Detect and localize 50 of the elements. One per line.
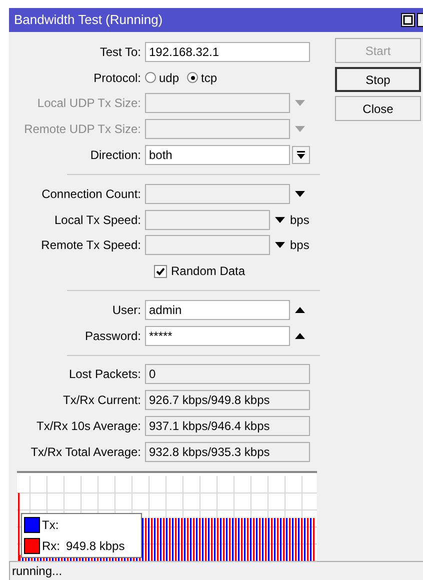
legend-reading: 949.8 kbps: [66, 538, 125, 555]
radio-button[interactable]: [145, 72, 156, 84]
down-arrow-icon[interactable]: [295, 190, 305, 197]
checkbox[interactable]: [154, 264, 167, 278]
text-field[interactable]: 192.168.32.1: [145, 42, 310, 62]
field-label: Test To:: [98, 44, 142, 61]
dialog-button[interactable]: Close: [335, 96, 421, 121]
legend-label: Tx:: [42, 516, 59, 534]
maximize-icon[interactable]: [401, 13, 415, 27]
field-label: Tx/Rx Total Average:: [30, 444, 142, 461]
readonly-field: 926.7 kbps/949.8 kbps: [145, 390, 310, 410]
checkbox-label: Random Data: [171, 263, 246, 280]
field-label: Connection Count:: [40, 186, 142, 203]
field-label: Local Tx Speed:: [53, 212, 142, 229]
direction-field[interactable]: both: [145, 145, 290, 166]
input-field[interactable]: [145, 119, 290, 140]
window-title: Bandwidth Test (Running): [14, 11, 163, 30]
up-arrow-icon[interactable]: [295, 306, 305, 313]
input-field[interactable]: admin: [145, 300, 290, 320]
field-label: Remote UDP Tx Size:: [23, 121, 142, 138]
radio-label: tcp: [201, 70, 218, 87]
input-field[interactable]: [145, 235, 270, 256]
field-label: Lost Packets:: [68, 366, 142, 384]
readonly-field: 0: [145, 364, 310, 384]
readonly-field: 932.8 kbps/935.3 kbps: [145, 442, 310, 462]
field-label: Protocol:: [92, 70, 142, 87]
field-label: Local UDP Tx Size:: [36, 95, 142, 112]
status-bar: running...: [9, 561, 423, 580]
field-label: Remote Tx Speed:: [40, 237, 142, 254]
field-label: Password:: [84, 328, 142, 345]
down-arrow-icon[interactable]: [275, 216, 285, 223]
down-arrow-icon[interactable]: [275, 242, 285, 248]
radio-label: udp: [159, 70, 180, 87]
radio-button[interactable]: [187, 72, 198, 84]
input-field[interactable]: [145, 210, 270, 230]
dialog-button[interactable]: Stop: [335, 67, 421, 92]
field-label: User:: [111, 302, 142, 319]
field-label: Tx/Rx Current:: [62, 392, 142, 410]
unit-label: bps: [290, 212, 310, 229]
field-label: Tx/Rx 10s Average:: [36, 418, 142, 436]
down-arrow-icon: [297, 151, 305, 160]
unit-label: bps: [290, 237, 310, 254]
up-arrow-icon[interactable]: [295, 332, 305, 339]
input-field[interactable]: [145, 93, 290, 114]
input-field[interactable]: *****: [145, 326, 290, 346]
input-field[interactable]: [145, 184, 290, 204]
legend-label: Rx:: [42, 538, 60, 555]
readonly-field: 937.1 kbps/946.4 kbps: [145, 416, 310, 436]
dropdown-button[interactable]: [292, 146, 310, 164]
field-label: Direction:: [89, 147, 142, 164]
